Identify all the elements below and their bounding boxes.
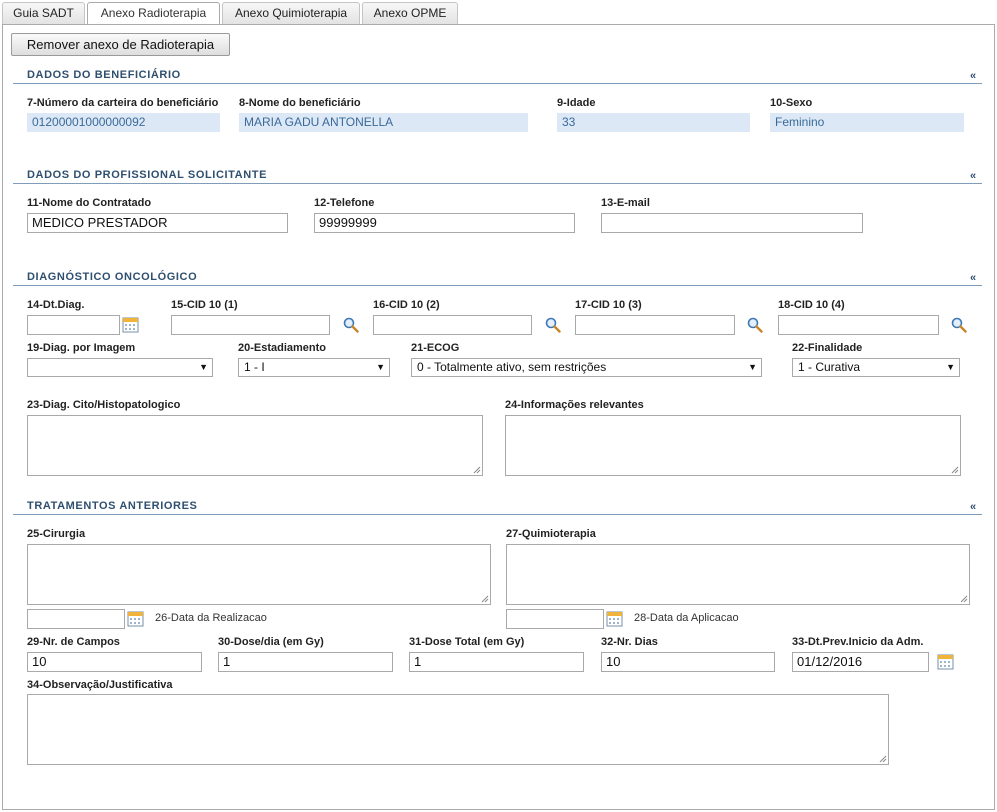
tab-guia-sadt[interactable]: Guia SADT xyxy=(2,2,85,24)
collapse-profissional-toggle[interactable]: « xyxy=(970,170,976,182)
diag-imagem-label: 19-Diag. por Imagem xyxy=(27,342,136,354)
calendar-icon[interactable] xyxy=(606,610,623,627)
dt-prev-label: 33-Dt.Prev.Inicio da Adm. xyxy=(792,636,924,648)
cid1-input[interactable] xyxy=(171,315,330,335)
ecog-label: 21-ECOG xyxy=(411,342,460,354)
data-aplicacao-label: 28-Data da Aplicacao xyxy=(634,612,739,624)
sexo-label: 10-Sexo xyxy=(770,97,813,109)
carteira-field: 01200001000000092 xyxy=(27,113,220,132)
resize-grip-icon[interactable] xyxy=(473,466,481,474)
cid4-input[interactable] xyxy=(778,315,939,335)
finalidade-select[interactable]: 1 - Curativa ▼ xyxy=(792,358,960,377)
contratado-label: 11-Nome do Contratado xyxy=(27,197,152,209)
resize-grip-icon[interactable] xyxy=(951,466,959,474)
data-realizacao-input[interactable] xyxy=(27,609,125,629)
email-label: 13-E-mail xyxy=(601,197,650,209)
nr-dias-input[interactable]: 10 xyxy=(601,652,775,672)
ecog-value: 0 - Totalmente ativo, sem restrições xyxy=(417,360,607,374)
cirurgia-textarea[interactable] xyxy=(27,544,491,605)
dropdown-arrow-icon: ▼ xyxy=(946,362,955,372)
tab-anexo-radioterapia[interactable]: Anexo Radioterapia xyxy=(87,2,220,25)
estadiamento-value: 1 - I xyxy=(244,360,265,374)
cid2-input[interactable] xyxy=(373,315,532,335)
collapse-diagnostico-toggle[interactable]: « xyxy=(970,272,976,284)
collapse-tratamentos-toggle[interactable]: « xyxy=(970,501,976,513)
ecog-select[interactable]: 0 - Totalmente ativo, sem restrições ▼ xyxy=(411,358,762,377)
dt-diag-input[interactable] xyxy=(27,315,120,335)
section-title-tratamentos: TRATAMENTOS ANTERIORES xyxy=(27,500,198,512)
data-aplicacao-input[interactable] xyxy=(506,609,604,629)
tab-anexo-opme[interactable]: Anexo OPME xyxy=(362,2,458,24)
cid2-label: 16-CID 10 (2) xyxy=(373,299,440,311)
remove-radioterapia-button[interactable]: Remover anexo de Radioterapia xyxy=(11,33,230,56)
collapse-beneficiario-toggle[interactable]: « xyxy=(970,70,976,82)
calendar-icon[interactable] xyxy=(122,316,139,333)
idade-label: 9-Idade xyxy=(557,97,596,109)
cito-label: 23-Diag. Cito/Histopatologico xyxy=(27,399,181,411)
dropdown-arrow-icon: ▼ xyxy=(199,362,208,372)
nome-beneficiario-field: MARIA GADU ANTONELLA xyxy=(239,113,528,132)
cirurgia-label: 25-Cirurgia xyxy=(27,528,86,540)
calendar-icon[interactable] xyxy=(937,653,954,670)
tab-anexo-quimioterapia[interactable]: Anexo Quimioterapia xyxy=(222,2,360,24)
dt-prev-input[interactable]: 01/12/2016 xyxy=(792,652,929,672)
telefone-label: 12-Telefone xyxy=(314,197,375,209)
finalidade-value: 1 - Curativa xyxy=(798,360,861,374)
search-icon[interactable] xyxy=(951,317,967,333)
dt-diag-label: 14-Dt.Diag. xyxy=(27,299,85,311)
resize-grip-icon[interactable] xyxy=(481,595,489,603)
calendar-icon[interactable] xyxy=(127,610,144,627)
dropdown-arrow-icon: ▼ xyxy=(376,362,385,372)
email-input[interactable] xyxy=(601,213,863,233)
resize-grip-icon[interactable] xyxy=(960,595,968,603)
diag-imagem-select[interactable]: ▼ xyxy=(27,358,213,377)
section-divider xyxy=(13,183,982,184)
estadiamento-select[interactable]: 1 - I ▼ xyxy=(238,358,390,377)
campos-label: 29-Nr. de Campos xyxy=(27,636,120,648)
telefone-input[interactable]: 99999999 xyxy=(314,213,575,233)
cid1-label: 15-CID 10 (1) xyxy=(171,299,238,311)
cid3-label: 17-CID 10 (3) xyxy=(575,299,642,311)
dose-total-label: 31-Dose Total (em Gy) xyxy=(409,636,525,648)
carteira-label: 7-Número da carteira do beneficiário xyxy=(27,97,219,109)
data-realizacao-label: 26-Data da Realizacao xyxy=(155,612,267,624)
cito-textarea[interactable] xyxy=(27,415,483,476)
estadiamento-label: 20-Estadiamento xyxy=(238,342,327,354)
finalidade-label: 22-Finalidade xyxy=(792,342,863,354)
obs-label: 34-Observação/Justificativa xyxy=(27,679,173,691)
search-icon[interactable] xyxy=(343,317,359,333)
nr-dias-label: 32-Nr. Dias xyxy=(601,636,658,648)
dose-dia-label: 30-Dose/dia (em Gy) xyxy=(218,636,324,648)
section-title-beneficiario: DADOS DO BENEFICIÁRIO xyxy=(27,69,181,81)
section-divider xyxy=(13,83,982,84)
dropdown-arrow-icon: ▼ xyxy=(748,362,757,372)
campos-input[interactable]: 10 xyxy=(27,652,202,672)
dose-dia-input[interactable]: 1 xyxy=(218,652,393,672)
cid3-input[interactable] xyxy=(575,315,735,335)
contratado-input[interactable]: MEDICO PRESTADOR xyxy=(27,213,288,233)
section-divider xyxy=(13,285,982,286)
obs-textarea[interactable] xyxy=(27,694,889,765)
info-label: 24-Informações relevantes xyxy=(505,399,644,411)
nome-beneficiario-label: 8-Nome do beneficiário xyxy=(239,97,361,109)
info-textarea[interactable] xyxy=(505,415,961,476)
search-icon[interactable] xyxy=(747,317,763,333)
section-title-diagnostico: DIAGNÓSTICO ONCOLÓGICO xyxy=(27,271,198,283)
cid4-label: 18-CID 10 (4) xyxy=(778,299,845,311)
resize-grip-icon[interactable] xyxy=(879,755,887,763)
section-title-profissional: DADOS DO PROFISSIONAL SOLICITANTE xyxy=(27,169,268,181)
sexo-field: Feminino xyxy=(770,113,964,132)
quimio-textarea[interactable] xyxy=(506,544,970,605)
dose-total-input[interactable]: 1 xyxy=(409,652,584,672)
quimio-label: 27-Quimioterapia xyxy=(506,528,596,540)
idade-field: 33 xyxy=(557,113,750,132)
section-divider xyxy=(13,514,982,515)
search-icon[interactable] xyxy=(545,317,561,333)
